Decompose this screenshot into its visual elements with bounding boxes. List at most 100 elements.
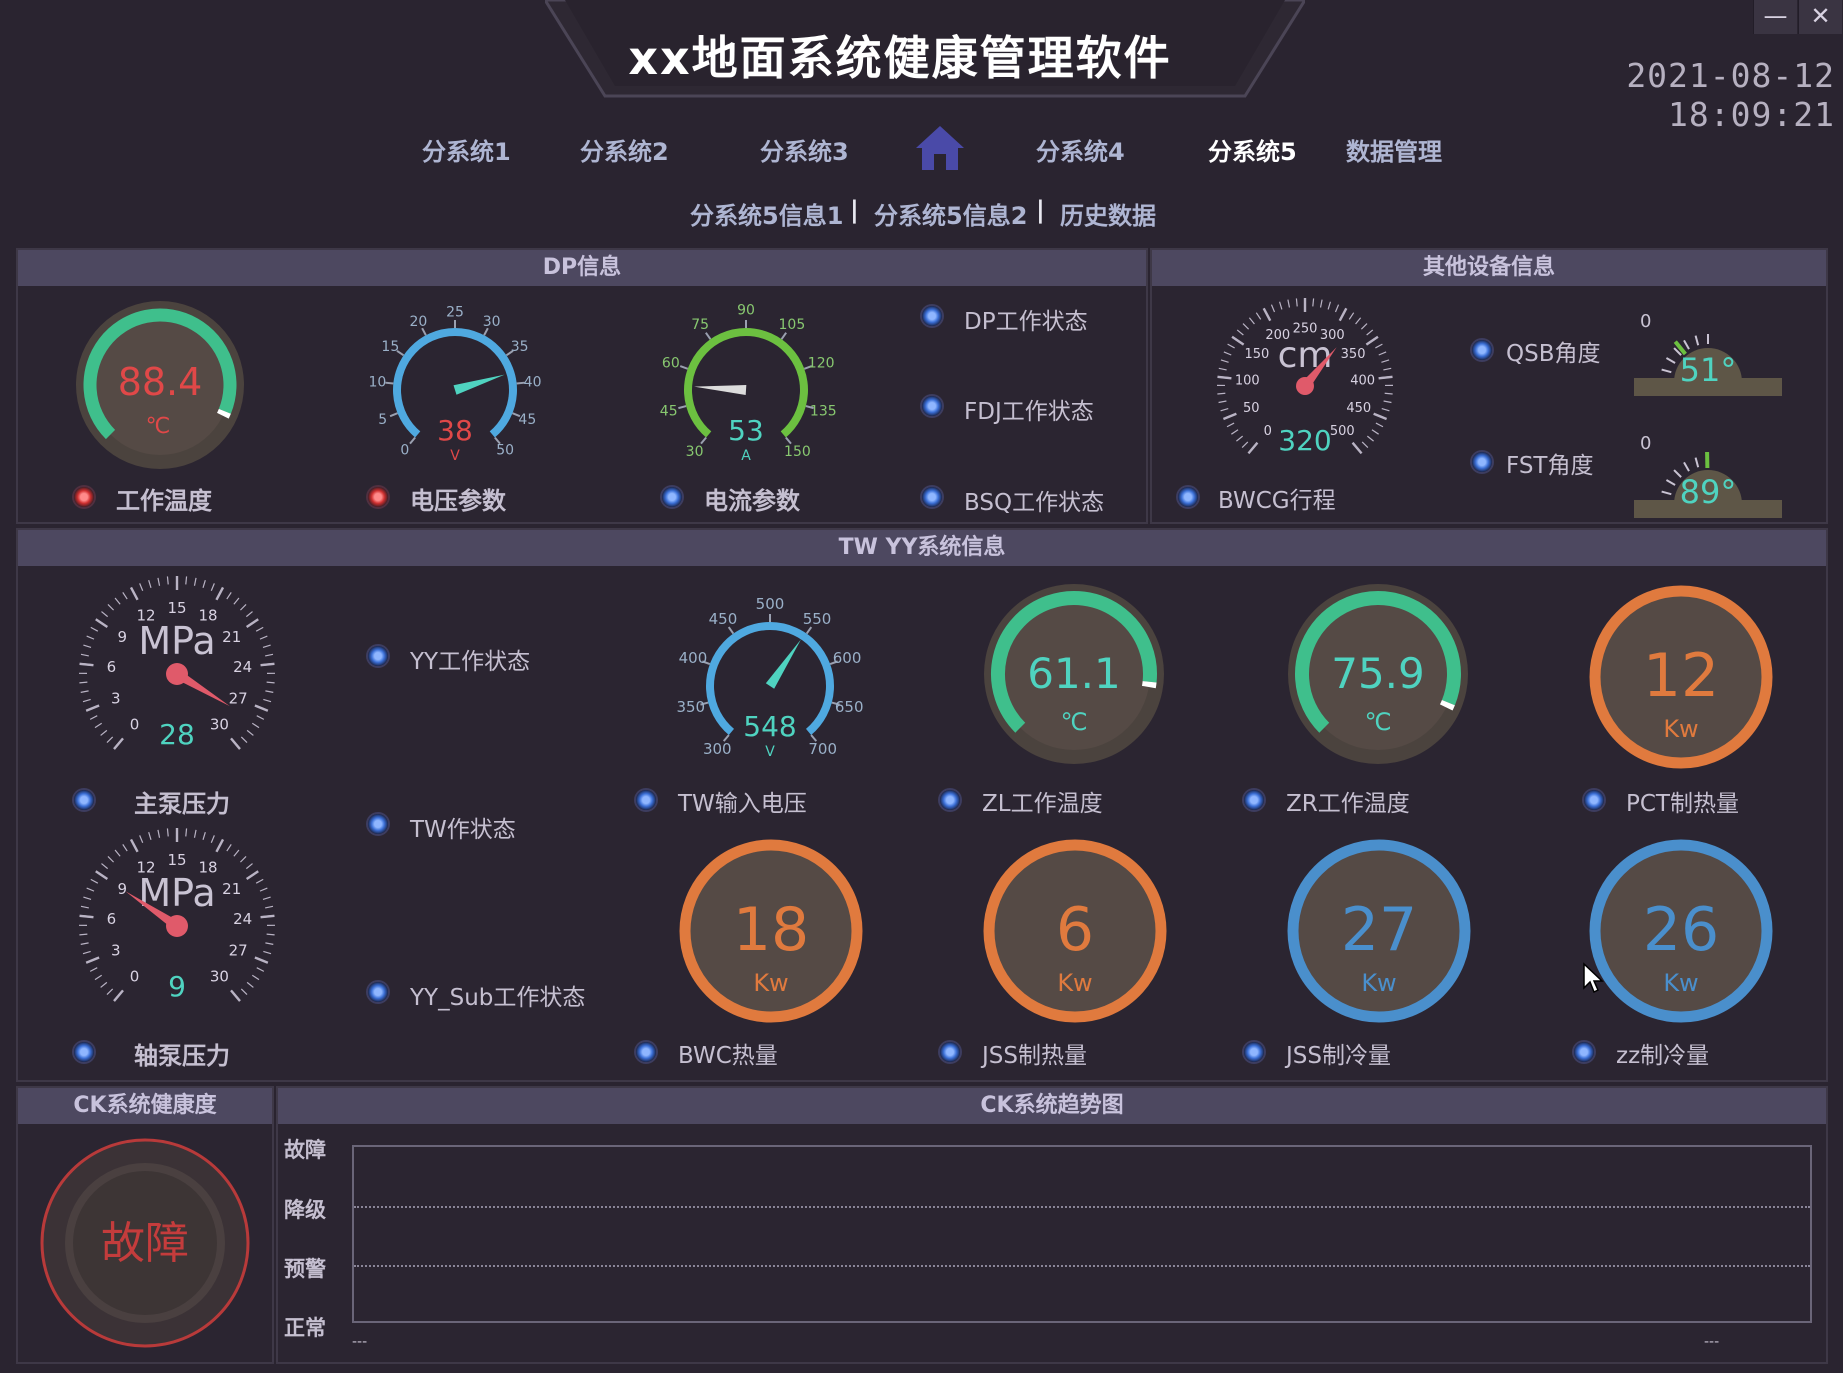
gauge-minor-tick bbox=[265, 905, 274, 909]
gauge-minor-tick bbox=[185, 828, 188, 837]
gauge-minor-tick bbox=[246, 729, 254, 736]
gauge-minor-tick bbox=[157, 577, 161, 586]
gauge-tick-label: 135 bbox=[810, 403, 837, 419]
dp-current-gauge: 30 45 60 75 90 105 120 135 150 53 A bbox=[660, 303, 837, 464]
gauge-tick bbox=[727, 626, 735, 635]
bwcg-value: 320 bbox=[1278, 424, 1331, 457]
gauge-minor-tick bbox=[1348, 312, 1355, 320]
status-led-icon bbox=[1178, 487, 1198, 507]
gauge-tick-label: 450 bbox=[709, 610, 738, 628]
zl-temp-value: 61.1 bbox=[1027, 649, 1121, 698]
gauge-tick-label: 150 bbox=[1245, 347, 1270, 362]
trend-level-fault: 故障 bbox=[284, 1138, 326, 1162]
gauge-minor-tick bbox=[100, 729, 108, 736]
gauge-minor-tick bbox=[1334, 304, 1340, 313]
dp-current-unit: A bbox=[741, 448, 751, 464]
gauge-tick-label: 75 bbox=[691, 317, 709, 333]
bwc-value: 18 bbox=[733, 895, 809, 965]
gauge-tick bbox=[1221, 376, 1230, 380]
zr-temp-label: ZR工作温度 bbox=[1286, 791, 1410, 817]
status-led-icon bbox=[1584, 790, 1604, 810]
gauge-tick bbox=[389, 412, 398, 418]
status-led-icon bbox=[940, 790, 960, 810]
ck-trend-chart bbox=[352, 1145, 1812, 1323]
gauge-tick-label: 6 bbox=[107, 910, 117, 928]
gauge-tick bbox=[115, 991, 123, 999]
tw-voltage-label: TW输入电压 bbox=[678, 791, 807, 817]
zr-temp-unit: ℃ bbox=[1365, 708, 1392, 736]
gauge-minor-tick bbox=[86, 887, 95, 892]
nav-data-management[interactable]: 数据管理 bbox=[1346, 132, 1442, 167]
angle-tick bbox=[1665, 357, 1676, 364]
gauge-minor-tick bbox=[122, 844, 128, 852]
dp-temp-value: 88.4 bbox=[118, 360, 203, 404]
gauge-minor-tick bbox=[89, 967, 98, 972]
jss-heat-gauge: 6 Kw bbox=[983, 839, 1167, 1023]
gauge-minor-tick bbox=[256, 967, 265, 972]
trend-x-end: --- bbox=[1704, 1334, 1720, 1350]
gauge-minor-tick bbox=[1287, 299, 1291, 308]
gauge-minor-tick bbox=[79, 681, 88, 684]
gauge-tick bbox=[1380, 376, 1389, 380]
angle-tick bbox=[1694, 335, 1700, 346]
gauge-minor-tick bbox=[1218, 400, 1227, 404]
home-icon[interactable] bbox=[912, 122, 968, 174]
gauge-minor-tick bbox=[122, 592, 128, 600]
gauge-minor-tick bbox=[259, 635, 268, 640]
gauge-tick-label: 15 bbox=[167, 851, 186, 869]
gauge-tick-label: 350 bbox=[1341, 347, 1366, 362]
gauge-minor-tick bbox=[79, 933, 88, 936]
main-pump-gauge: 036912 15 1821242730 MPa 28 bbox=[78, 576, 276, 751]
gauge-minor-tick bbox=[240, 736, 248, 743]
gauge-minor-tick bbox=[1355, 317, 1362, 325]
gauge-minor-tick bbox=[245, 863, 253, 870]
nav-subsystem-4[interactable]: 分系统4 bbox=[1036, 132, 1125, 167]
tw-voltage-unit: V bbox=[765, 744, 775, 760]
gauge-tick bbox=[1353, 443, 1360, 451]
nav-subsystem-2[interactable]: 分系统2 bbox=[580, 132, 669, 167]
app-title: xx地面系统健康管理软件 bbox=[628, 31, 1172, 85]
zr-temp-value: 75.9 bbox=[1331, 649, 1425, 698]
gauge-minor-tick bbox=[1384, 392, 1393, 395]
subnav-separator: | bbox=[1036, 196, 1045, 224]
zl-temp-label: ZL工作温度 bbox=[982, 791, 1103, 817]
dp-voltage-unit: V bbox=[450, 448, 460, 464]
subnav-history[interactable]: 历史数据 bbox=[1060, 196, 1156, 231]
other-devices-title: 其他设备信息 bbox=[1152, 250, 1826, 286]
subnav-info-2[interactable]: 分系统5信息2 bbox=[874, 196, 1027, 231]
shaft-pump-gauge: 036912 15 1821242730 MPa 9 bbox=[78, 828, 276, 1003]
gauge-minor-tick bbox=[1383, 400, 1392, 404]
gauge-tick-label: 15 bbox=[167, 599, 186, 617]
nav-subsystem-3[interactable]: 分系统3 bbox=[760, 132, 849, 167]
trend-level-normal: 正常 bbox=[284, 1316, 326, 1340]
gauge-minor-tick bbox=[226, 844, 232, 852]
gauge-minor-tick bbox=[1375, 343, 1383, 349]
gauge-minor-tick bbox=[239, 604, 247, 611]
gauge-minor-tick bbox=[101, 611, 109, 618]
main-pump-unit: MPa bbox=[138, 619, 215, 663]
pct-power-gauge: 12 Kw bbox=[1589, 585, 1773, 769]
qsb-value: 51° bbox=[1680, 351, 1737, 389]
gauge-minor-tick bbox=[1226, 422, 1235, 428]
nav-subsystem-1[interactable]: 分系统1 bbox=[422, 132, 511, 167]
gauge-minor-tick bbox=[210, 583, 215, 592]
bwcg-label: BWCG行程 bbox=[1218, 488, 1336, 514]
dp-temp-tip bbox=[217, 408, 231, 419]
gauge-tick bbox=[231, 739, 239, 747]
status-led-icon bbox=[922, 396, 942, 416]
gauge-minor-tick bbox=[1236, 329, 1244, 336]
gauge-minor-tick bbox=[255, 626, 264, 632]
gauge-minor-tick bbox=[1217, 392, 1226, 395]
subnav-info-1[interactable]: 分系统5信息1 bbox=[690, 196, 843, 231]
gauge-minor-tick bbox=[226, 592, 232, 600]
dp-current-needle bbox=[694, 385, 747, 395]
gauge-tick-label: 40 bbox=[524, 375, 542, 391]
nav-subsystem-5[interactable]: 分系统5 bbox=[1208, 132, 1297, 167]
minimize-button[interactable]: — bbox=[1753, 0, 1797, 34]
ck-health-title: CK系统健康度 bbox=[18, 1088, 272, 1124]
fst-value: 89° bbox=[1680, 473, 1737, 511]
gauge-tick-label: 90 bbox=[737, 303, 755, 319]
gauge-tick-label: 350 bbox=[676, 698, 705, 716]
close-button[interactable]: ✕ bbox=[1798, 0, 1842, 34]
trend-gridline bbox=[354, 1206, 1810, 1208]
